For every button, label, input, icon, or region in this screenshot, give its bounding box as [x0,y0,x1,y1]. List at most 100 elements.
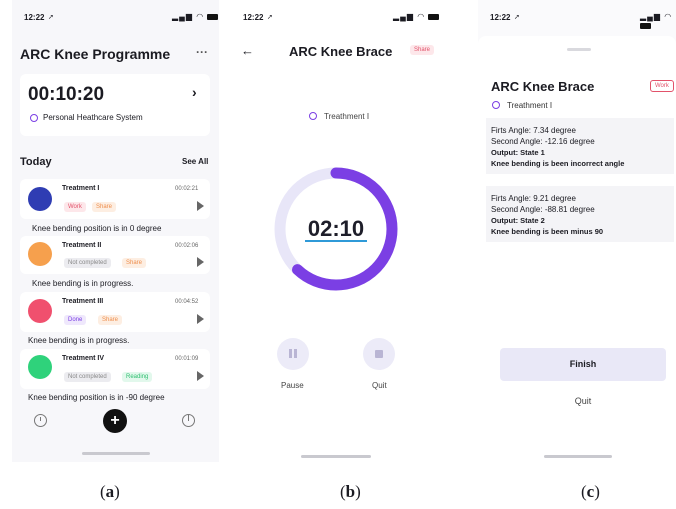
page-title: ARC Knee Programme [20,46,171,62]
radio-icon [492,101,500,109]
status-icons: ▂▄▆ ◠ [640,12,676,30]
screen-b: 12:22 ➚ ▂▄▆ ◠ ← ARC Knee Brace Share Tre… [233,0,440,462]
treatment-card[interactable]: Treatment III 00:04:52 Done Share [20,292,210,332]
quit-button[interactable] [363,338,395,370]
treatment-time: 00:02:06 [175,243,199,249]
sheet-handle[interactable] [567,48,591,51]
timer-card[interactable]: 00:10:20 › Personal Heathcare System [20,74,210,136]
battery-icon [207,13,219,20]
status-time: 12:22 [490,13,511,22]
radio-icon [30,114,38,122]
avatar [28,299,52,323]
chevron-right-icon[interactable]: › [192,84,197,100]
treatment-note: Knee bending is in progress. [28,336,130,345]
share-button[interactable]: Share [410,45,435,55]
treatment-card[interactable]: Treatment IV 00:01:09 Not completed Read… [20,349,210,389]
play-icon[interactable] [197,257,204,267]
avatar [28,242,52,266]
add-treatment-button[interactable]: + [103,409,127,433]
treatment-note: Knee bending position is in -90 degree [28,393,165,402]
treatment-label: Treathment I [324,112,370,121]
clock-icon[interactable] [34,414,47,427]
timer-underline [305,240,367,242]
treatment-name: Treatment II [62,242,102,249]
share-badge[interactable]: Share [98,315,123,325]
share-badge[interactable]: Share [122,258,147,268]
plus-icon: + [110,412,120,429]
timer-display: 02:10 [307,216,365,241]
location-arrow-icon: ➚ [48,14,54,21]
battery-icon [640,22,651,29]
wifi-icon: ◠ [196,12,205,21]
treatment-time: 00:02:21 [175,186,199,192]
status-badge[interactable]: Not completed [64,372,111,382]
location-arrow-icon: ➚ [267,14,273,21]
play-icon[interactable] [197,201,204,211]
share-badge[interactable]: Share [92,202,117,212]
stop-icon [375,350,383,358]
caption-b: (b) [340,482,361,501]
signal-icon: ▂▄▆ [393,12,414,21]
treatment-time: 00:01:09 [175,356,199,362]
status-time: 12:22 [243,13,264,22]
treatment-note: Knee bending is in progress. [32,279,134,288]
treatment-name: Treatment I [62,185,100,192]
home-indicator [301,455,371,458]
screen-c: 12:22 ➚ ▂▄▆ ◠ ARC Knee Brace Work Treath… [478,0,676,462]
see-all-link[interactable]: See All [182,157,208,166]
more-menu-button[interactable]: ··· [196,45,208,59]
home-indicator [82,452,150,455]
treatment-name: Treatment IV [62,355,105,362]
status-badge[interactable]: Not completed [64,258,111,268]
second-angle: Second Angle: -88.81 degree [491,205,595,214]
treatment-card[interactable]: Treatment I 00:02:21 Work Share [20,179,210,219]
result-message: Knee bending is been minus 90 [491,227,604,236]
play-icon[interactable] [197,314,204,324]
first-angle: Firts Angle: 7.34 degree [491,126,576,135]
status-time: 12:22 [24,13,45,22]
result-message: Knee bending is been incorrect angle [491,159,625,168]
treatment-time: 00:04:52 [175,299,199,305]
quit-button[interactable]: Quit [500,396,666,406]
page-title: ARC Knee Brace [289,44,393,59]
avatar [28,355,52,379]
status-badge[interactable]: Work [64,202,86,212]
signal-icon: ▂▄▆ [640,12,661,21]
wifi-icon: ◠ [417,12,426,21]
pause-button[interactable] [277,338,309,370]
location-arrow-icon: ➚ [514,14,520,21]
result-card: Firts Angle: 9.21 degree Second Angle: -… [486,186,674,242]
today-heading: Today [20,156,52,168]
radio-icon [309,112,317,120]
output-state: Output: State 2 [491,216,545,225]
treatment-card[interactable]: Treatment II 00:02:06 Not completed Shar… [20,236,210,274]
page-title: ARC Knee Brace [491,79,595,94]
play-icon[interactable] [197,371,204,381]
signal-icon: ▂▄▆ [172,12,193,21]
first-angle: Firts Angle: 9.21 degree [491,194,576,203]
pause-label: Pause [281,381,304,390]
pie-chart-icon[interactable] [182,414,195,427]
finish-button[interactable]: Finish [500,348,666,381]
result-card: Firts Angle: 7.34 degree Second Angle: -… [486,118,674,174]
home-indicator [544,455,612,458]
status-icons: ▂▄▆ ◠ [172,12,219,21]
timer-value: 00:10:20 [28,84,105,105]
status-icons: ▂▄▆ ◠ [393,12,440,21]
pause-icon [289,349,292,358]
quit-label: Quit [372,381,387,390]
screen-a: 12:22 ➚ ▂▄▆ ◠ ARC Knee Programme ··· 00:… [12,0,219,462]
work-badge[interactable]: Work [650,80,674,92]
reading-badge[interactable]: Reading [122,372,153,382]
wifi-icon: ◠ [664,12,673,21]
treatment-note: Knee bending position is in 0 degree [32,224,162,233]
treatment-label: Treathment I [507,101,553,110]
battery-icon [428,13,440,20]
status-badge[interactable]: Done [64,315,87,325]
treatment-name: Treatment III [62,298,104,305]
system-label: Personal Heathcare System [43,113,143,122]
caption-c: (c) [581,482,600,501]
back-arrow-icon[interactable]: ← [241,43,254,58]
output-state: Output: State 1 [491,148,545,157]
caption-a: (a) [100,482,120,501]
